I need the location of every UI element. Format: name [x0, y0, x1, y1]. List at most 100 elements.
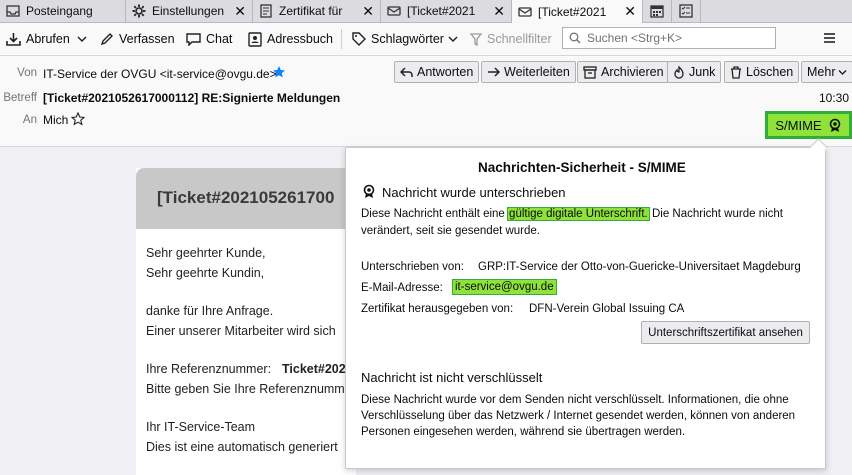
chevron-down-icon: [838, 69, 847, 76]
star-outline-icon[interactable]: [70, 111, 86, 129]
loeschen-label: Löschen: [746, 65, 794, 79]
close-icon[interactable]: ✕: [362, 3, 374, 20]
issuer-value: DFN-Verein Global Issuing CA: [529, 303, 685, 315]
gear-icon: [132, 4, 146, 18]
envelope-icon: [518, 5, 532, 19]
signed-text: Diese Nachricht enthält eine gültige dig…: [361, 207, 783, 221]
message-title: [Ticket#202105261700: [157, 188, 335, 207]
message-line: Ihr IT-Service-Team: [146, 420, 256, 434]
calendar-icon: [650, 4, 664, 18]
tab-einstellungen[interactable]: Einstellungen ✕: [126, 0, 253, 22]
tab-zertifikat[interactable]: Zertifikat für ✕: [253, 0, 381, 22]
message-line: Bitte geben Sie Ihre Referenznumm: [146, 382, 345, 396]
weiterleiten-label: Weiterleiten: [504, 65, 570, 79]
star-icon[interactable]: [272, 65, 286, 82]
address-book-icon: [248, 31, 262, 47]
mehr-button[interactable]: Mehr: [801, 61, 852, 83]
schnellfilter-label: Schnellfilter: [487, 32, 552, 46]
chat-label: Chat: [206, 32, 233, 46]
signed-badge-icon: [362, 184, 376, 202]
smime-button[interactable]: S/MIME: [765, 111, 852, 139]
encryption-text-line: Diese Nachricht wurde vor dem Senden nic…: [361, 394, 789, 406]
tab-posteingang[interactable]: Posteingang: [0, 0, 126, 22]
abrufen-dropdown[interactable]: [77, 29, 87, 49]
signed-text-line: verändert, seit sie gesendet wurde.: [361, 225, 540, 237]
mehr-label: Mehr: [807, 65, 836, 79]
von-label: Von: [17, 67, 37, 79]
abrufen-label: Abrufen: [26, 32, 70, 46]
archivieren-button[interactable]: Archivieren: [577, 61, 670, 83]
junk-label: Junk: [689, 65, 716, 79]
message-ticket-number: Ticket#202: [282, 362, 346, 376]
filter-icon: [470, 32, 482, 46]
forward-icon: [487, 66, 500, 78]
message-time: 10:30: [819, 91, 850, 105]
search-placeholder: Suchen <Strg+K>: [587, 31, 683, 45]
tab-label: [Ticket#2021: [538, 4, 607, 19]
an-value[interactable]: Mich: [43, 113, 68, 127]
app-menu-button[interactable]: [823, 29, 836, 49]
main-toolbar: Abrufen Verfassen Chat Adressbuch Schlag…: [0, 23, 852, 56]
adressbuch-label: Adressbuch: [267, 32, 334, 46]
tab-label: Posteingang: [26, 4, 93, 18]
close-icon[interactable]: ✕: [624, 3, 636, 20]
signed-text-part: Diese Nachricht enthält eine: [361, 208, 505, 220]
message-line: Einer unserer Mitarbeiter wird sich: [146, 324, 336, 338]
close-icon[interactable]: ✕: [493, 3, 505, 20]
tasks-tab[interactable]: [672, 0, 701, 22]
message-line: Sehr geehrte Kundin,: [146, 266, 265, 280]
weiterleiten-button[interactable]: Weiterleiten: [481, 61, 576, 83]
betreff-value: [Ticket#2021052617000112] RE:Signierte M…: [43, 91, 341, 105]
tab-label: Einstellungen: [152, 4, 225, 18]
abrufen-button[interactable]: Abrufen: [6, 29, 70, 49]
message-line: Dies ist eine automatisch generiert: [146, 440, 338, 454]
close-icon[interactable]: ✕: [234, 3, 246, 20]
schnellfilter-button[interactable]: Schnellfilter: [470, 29, 552, 49]
signer-value: GRP:IT-Service der Otto-von-Guericke-Uni…: [478, 261, 801, 273]
email-label: E-Mail-Adresse:: [361, 282, 443, 294]
message-line: danke für Ihre Anfrage.: [146, 304, 274, 318]
verfassen-button[interactable]: Verfassen: [100, 29, 175, 49]
tasks-icon: [679, 4, 693, 18]
signed-heading: Nachricht wurde unterschrieben: [382, 185, 566, 200]
envelope-icon: [387, 4, 401, 18]
adressbuch-button[interactable]: Adressbuch: [248, 29, 333, 49]
tab-ticket-2[interactable]: [Ticket#2021 ✕: [512, 0, 643, 23]
schlagwoerter-button[interactable]: Schlagwörter: [352, 29, 458, 49]
junk-icon: [673, 65, 685, 79]
view-certificate-button[interactable]: Unterschriftszertifikat ansehen: [641, 321, 810, 344]
toolbar-divider: [341, 29, 342, 49]
chat-icon: [186, 32, 201, 46]
tab-label: [Ticket#2021: [407, 4, 476, 18]
issuer-label: Zertifikat herausgegeben von:: [361, 303, 514, 315]
signer-label: Unterschrieben von:: [361, 261, 464, 273]
schlagwoerter-label: Schlagwörter: [371, 32, 444, 46]
pencil-icon: [100, 32, 114, 46]
junk-button[interactable]: Junk: [667, 61, 722, 83]
chat-button[interactable]: Chat: [186, 29, 232, 49]
antworten-button[interactable]: Antworten: [394, 61, 480, 83]
encryption-text-line: Verschlüsselung über das Netzwerk / Inte…: [361, 410, 796, 422]
antworten-label: Antworten: [417, 65, 474, 79]
search-icon: [569, 32, 581, 44]
search-input[interactable]: Suchen <Strg+K>: [562, 27, 776, 49]
chevron-down-icon: [448, 35, 458, 43]
signed-text-part: Die Nachricht wurde nicht: [651, 208, 783, 220]
valid-signature-highlight: gültige digitale Unterschrift.: [507, 207, 650, 221]
loeschen-button[interactable]: Löschen: [724, 61, 800, 83]
inbox-icon: [6, 4, 20, 18]
chevron-down-icon: [77, 32, 87, 46]
archivieren-label: Archivieren: [601, 65, 664, 79]
calendar-tab[interactable]: [643, 0, 672, 22]
email-value: it-service@ovgu.de: [452, 279, 557, 295]
tab-bar: Posteingang Einstellungen ✕ Zertifikat f…: [0, 0, 852, 23]
hamburger-icon: [823, 32, 836, 47]
tag-icon: [352, 32, 366, 46]
panel-title: Nachrichten-Sicherheit - S/MIME: [478, 160, 686, 175]
tab-ticket-1[interactable]: [Ticket#2021 ✕: [381, 0, 512, 22]
an-label: An: [22, 114, 37, 126]
signed-badge-icon: [828, 118, 842, 133]
von-value[interactable]: IT-Service der OVGU <it-service@ovgu.de>: [43, 67, 277, 81]
download-icon: [6, 32, 21, 46]
trash-icon: [730, 65, 742, 79]
